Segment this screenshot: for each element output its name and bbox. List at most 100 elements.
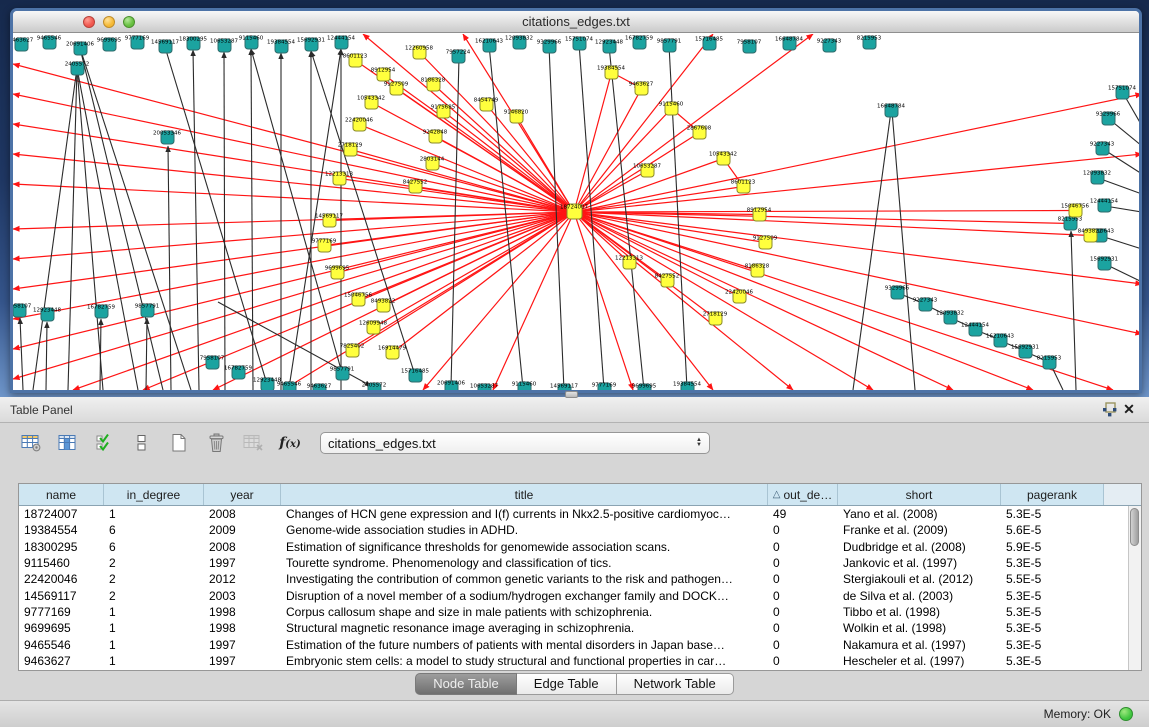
graph-edge[interactable] [574, 133, 700, 213]
table-cell[interactable]: 1998 [204, 605, 281, 619]
table-cell[interactable]: 0 [768, 589, 838, 603]
graph-edge[interactable] [20, 318, 23, 390]
table-row[interactable]: 911546021997Tourette syndrome. Phenomeno… [19, 555, 1128, 571]
table-cell[interactable]: 5.3E-5 [1001, 556, 1104, 570]
table-cell[interactable]: Tourette syndrome. Phenomenology and cla… [281, 556, 768, 570]
table-cell[interactable]: Changes of HCN gene expression and I(f) … [281, 507, 768, 521]
scrollbar-thumb[interactable] [1130, 508, 1139, 546]
graph-edge[interactable] [68, 68, 77, 390]
table-selector-dropdown[interactable]: citations_edges.txt ▲▼ [320, 432, 710, 454]
table-cell[interactable]: 14569117 [19, 589, 104, 603]
graph-edge[interactable] [77, 68, 138, 390]
table-cell[interactable]: 49 [768, 507, 838, 521]
delete-column-icon[interactable] [203, 431, 229, 455]
graph-edge[interactable] [374, 212, 575, 328]
table-cell[interactable]: 5.9E-5 [1001, 540, 1104, 554]
graph-edge[interactable] [13, 212, 574, 379]
table-cell[interactable]: 5.6E-5 [1001, 523, 1104, 537]
table-cell[interactable]: 2012 [204, 572, 281, 586]
graph-edge[interactable] [13, 212, 574, 319]
graph-edge[interactable] [574, 34, 813, 212]
panel-splitter-handle[interactable] [565, 391, 578, 398]
graph-edge[interactable] [146, 318, 147, 390]
graph-edge[interactable] [224, 52, 225, 390]
graph-edge[interactable] [338, 212, 575, 273]
graph-edge[interactable] [363, 34, 574, 212]
table-cell[interactable]: Structural magnetic resonance image aver… [281, 621, 768, 635]
tab-node-table[interactable]: Node Table [415, 673, 517, 695]
table-cell[interactable]: 1 [104, 638, 204, 652]
table-cell[interactable]: 1 [104, 621, 204, 635]
table-cell[interactable]: 1 [104, 605, 204, 619]
network-canvas-svg[interactable]: 9463627946554624055722069140696996959777… [13, 34, 1139, 390]
graph-edge[interactable] [1071, 231, 1076, 390]
table-cell[interactable]: Jankovic et al. (1997) [838, 556, 1001, 570]
table-cell[interactable]: Dudbridge et al. (2008) [838, 540, 1001, 554]
new-file-icon[interactable] [166, 431, 192, 455]
table-cell[interactable]: Stergiakouli et al. (2012) [838, 572, 1001, 586]
table-cell[interactable]: 1 [104, 654, 204, 668]
table-row[interactable]: 1938455462009Genome-wide association stu… [19, 522, 1128, 538]
table-cell[interactable]: 0 [768, 556, 838, 570]
table-row[interactable]: 969969511998Structural magnetic resonanc… [19, 620, 1128, 636]
graph-edge[interactable] [359, 212, 575, 300]
graph-edge[interactable] [100, 319, 101, 390]
table-cell[interactable]: Franke et al. (2009) [838, 523, 1001, 537]
table-cell[interactable]: 5.3E-5 [1001, 605, 1104, 619]
table-cell[interactable]: 1997 [204, 556, 281, 570]
table-cell[interactable]: 19384554 [19, 523, 104, 537]
table-cell[interactable]: 9463627 [19, 654, 104, 668]
table-cell[interactable]: 9465546 [19, 638, 104, 652]
show-columns-icon[interactable] [55, 431, 81, 455]
table-cell[interactable]: Hescheler et al. (1997) [838, 654, 1001, 668]
table-cell[interactable]: 5.3E-5 [1001, 589, 1104, 603]
table-cell[interactable]: 0 [768, 572, 838, 586]
column-header-title[interactable]: title [281, 484, 768, 505]
column-header-out-de-[interactable]: △out_de… [768, 484, 838, 505]
table-cell[interactable]: 5.3E-5 [1001, 621, 1104, 635]
table-cell[interactable]: 9115460 [19, 556, 104, 570]
table-row[interactable]: 1456911722003Disruption of a novel membe… [19, 587, 1128, 603]
memory-status-led[interactable] [1119, 707, 1133, 721]
network-window[interactable]: citations_edges.txt 94636279465546240557… [10, 8, 1142, 393]
row-height-icon[interactable] [129, 431, 155, 455]
table-cell[interactable]: de Silva et al. (2003) [838, 589, 1001, 603]
table-cell[interactable]: Embryonic stem cells: a model to study s… [281, 654, 768, 668]
column-header-in-degree[interactable]: in_degree [104, 484, 204, 505]
graph-edge[interactable] [892, 111, 915, 390]
column-header-year[interactable]: year [204, 484, 281, 505]
table-row[interactable]: 946554611997Estimation of the future num… [19, 636, 1128, 652]
table-cell[interactable]: Estimation of significance thresholds fo… [281, 540, 768, 554]
table-cell[interactable]: 9699695 [19, 621, 104, 635]
graph-edge[interactable] [13, 64, 574, 212]
table-cell[interactable]: 2003 [204, 589, 281, 603]
table-row[interactable]: 977716911998Corpus callosum shape and si… [19, 604, 1128, 620]
table-row[interactable]: 1872400712008Changes of HCN gene express… [19, 506, 1128, 522]
graph-edge[interactable] [340, 179, 575, 213]
column-header-pagerank[interactable]: pagerank [1001, 484, 1104, 505]
graph-edge[interactable] [251, 49, 342, 373]
table-cell[interactable]: 2008 [204, 507, 281, 521]
table-cell[interactable]: 5.3E-5 [1001, 638, 1104, 652]
graph-edge[interactable] [46, 322, 47, 390]
table-cell[interactable]: Investigating the contribution of common… [281, 572, 768, 586]
graph-edge[interactable] [80, 48, 191, 390]
table-cell[interactable]: 9777169 [19, 605, 104, 619]
graph-edge[interactable] [80, 48, 163, 390]
table-cell[interactable]: 2 [104, 556, 204, 570]
table-cell[interactable]: 5.5E-5 [1001, 572, 1104, 586]
graph-edge[interactable] [77, 68, 103, 390]
table-cell[interactable]: 0 [768, 523, 838, 537]
graph-edge[interactable] [574, 212, 1113, 390]
table-cell[interactable]: Yano et al. (2008) [838, 507, 1001, 521]
table-cell[interactable]: 1997 [204, 638, 281, 652]
graph-edge[interactable] [574, 211, 1076, 213]
tab-edge-table[interactable]: Edge Table [517, 673, 617, 695]
column-header-short[interactable]: short [838, 484, 1001, 505]
graph-edge[interactable] [33, 68, 77, 390]
table-cell[interactable]: 1 [104, 507, 204, 521]
table-cell[interactable]: 0 [768, 540, 838, 554]
table-cell[interactable]: 2 [104, 572, 204, 586]
tab-network-table[interactable]: Network Table [617, 673, 734, 695]
table-cell[interactable]: Tibbo et al. (1998) [838, 605, 1001, 619]
